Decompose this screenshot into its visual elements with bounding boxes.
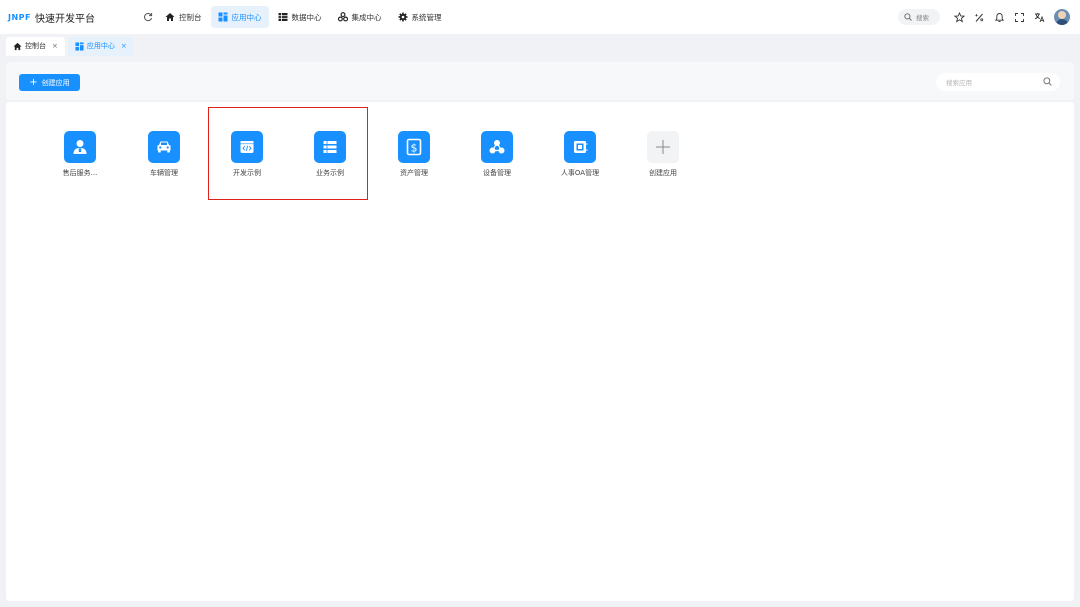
logo[interactable]: JNPF 快速开发平台 (8, 10, 128, 25)
app-label: 开发示例 (233, 169, 261, 177)
app-grid-panel: 售后服务... 车辆管理 开发示例 业务示例 $ 资产管理 设备管理 人事OA管… (6, 102, 1074, 601)
logo-brand: JNPF (8, 12, 31, 22)
app-label: 业务示例 (316, 169, 344, 177)
search-icon (1043, 77, 1052, 86)
nav-item-system-management[interactable]: 系统管理 (391, 6, 449, 28)
app-search-placeholder: 搜索应用 (946, 79, 972, 87)
tab-label: 应用中心 (86, 42, 115, 50)
app-business-examples[interactable]: 业务示例 (300, 131, 360, 178)
logo-title: 快速开发平台 (35, 13, 95, 25)
translate-icon[interactable] (1030, 8, 1048, 26)
dollar-icon: $ (406, 138, 422, 156)
close-icon[interactable]: × (121, 42, 127, 50)
app-tile[interactable] (481, 131, 513, 163)
tab-dashboard[interactable]: 控制台 × (6, 36, 65, 56)
cabinet-icon (574, 141, 588, 153)
plus-icon (656, 140, 670, 154)
nav-item-data-center[interactable]: 数据中心 (271, 6, 329, 28)
nav-item-dashboard[interactable]: 控制台 (158, 6, 209, 28)
create-app-label: 创建应用 (41, 78, 70, 87)
plus-icon: + (29, 76, 38, 88)
gear-icon (398, 12, 407, 22)
nodes-icon (489, 140, 505, 154)
create-app-button[interactable]: + 创建应用 (19, 74, 80, 91)
table-icon (278, 13, 287, 21)
app-tile[interactable] (314, 131, 346, 163)
app-dev-examples[interactable]: 开发示例 (217, 131, 277, 178)
top-nav: 控制台 应用中心 数据中心 集成中心 系统管理 (158, 6, 451, 28)
app-label: 设备管理 (483, 169, 511, 177)
page-tabs: 控制台 × 应用中心 × (0, 34, 1080, 58)
app-toolbar: + 创建应用 搜索应用 (6, 62, 1074, 100)
top-header: JNPF 快速开发平台 控制台 应用中心 数据中心 集成中心 系统管理 搜索 (0, 0, 1080, 34)
global-search-label: 搜索 (916, 14, 929, 22)
app-grid-icon (75, 41, 84, 51)
nav-item-label: 集成中心 (351, 12, 382, 22)
app-tile[interactable]: $ (398, 131, 430, 163)
app-tile[interactable] (64, 131, 96, 163)
app-tile[interactable] (564, 131, 596, 163)
close-icon[interactable]: × (52, 42, 58, 50)
nav-item-label: 控制台 (179, 12, 202, 22)
header-actions: 搜索 (898, 0, 1070, 34)
app-asset-management[interactable]: $ 资产管理 (384, 131, 444, 178)
home-icon (165, 13, 175, 21)
integration-icon (337, 12, 348, 22)
avatar[interactable] (1054, 9, 1070, 25)
magic-wand-icon[interactable] (970, 8, 988, 26)
app-vehicle-management[interactable]: 车辆管理 (134, 131, 194, 178)
app-tile[interactable] (148, 131, 180, 163)
avatar-face (1058, 11, 1066, 19)
nav-item-label: 应用中心 (231, 12, 262, 22)
app-label: 创建应用 (649, 169, 677, 177)
app-grid-icon (218, 12, 227, 22)
app-hr-oa-management[interactable]: 人事OA管理 (550, 131, 610, 178)
code-icon (240, 141, 254, 153)
app-label: 人事OA管理 (560, 169, 600, 177)
star-icon[interactable] (950, 8, 968, 26)
refresh-icon[interactable] (142, 11, 154, 23)
app-tile[interactable] (647, 131, 679, 163)
nav-item-label: 系统管理 (411, 12, 442, 22)
app-label: 资产管理 (400, 169, 428, 177)
nav-item-app-center[interactable]: 应用中心 (210, 6, 269, 28)
list-icon (323, 141, 337, 153)
app-label: 售后服务... (62, 169, 98, 177)
tab-app-center[interactable]: 应用中心 × (67, 36, 134, 56)
nav-item-label: 数据中心 (291, 12, 322, 22)
car-icon (157, 141, 171, 153)
app-after-sales-service[interactable]: 售后服务... (50, 131, 110, 178)
app-label: 车辆管理 (150, 169, 178, 177)
app-equipment-management[interactable]: 设备管理 (467, 131, 527, 178)
search-icon (904, 13, 912, 21)
fullscreen-icon[interactable] (1010, 8, 1028, 26)
app-search-input[interactable]: 搜索应用 (936, 73, 1060, 91)
global-search[interactable]: 搜索 (898, 9, 940, 25)
tab-label: 控制台 (25, 42, 46, 50)
app-tile[interactable] (231, 131, 263, 163)
app-create[interactable]: 创建应用 (633, 131, 693, 178)
svg-text:$: $ (411, 142, 418, 155)
avatar-body (1056, 19, 1068, 25)
person-icon (73, 140, 87, 154)
bell-icon[interactable] (990, 8, 1008, 26)
nav-item-integration-center[interactable]: 集成中心 (331, 6, 389, 28)
home-icon (13, 42, 22, 50)
